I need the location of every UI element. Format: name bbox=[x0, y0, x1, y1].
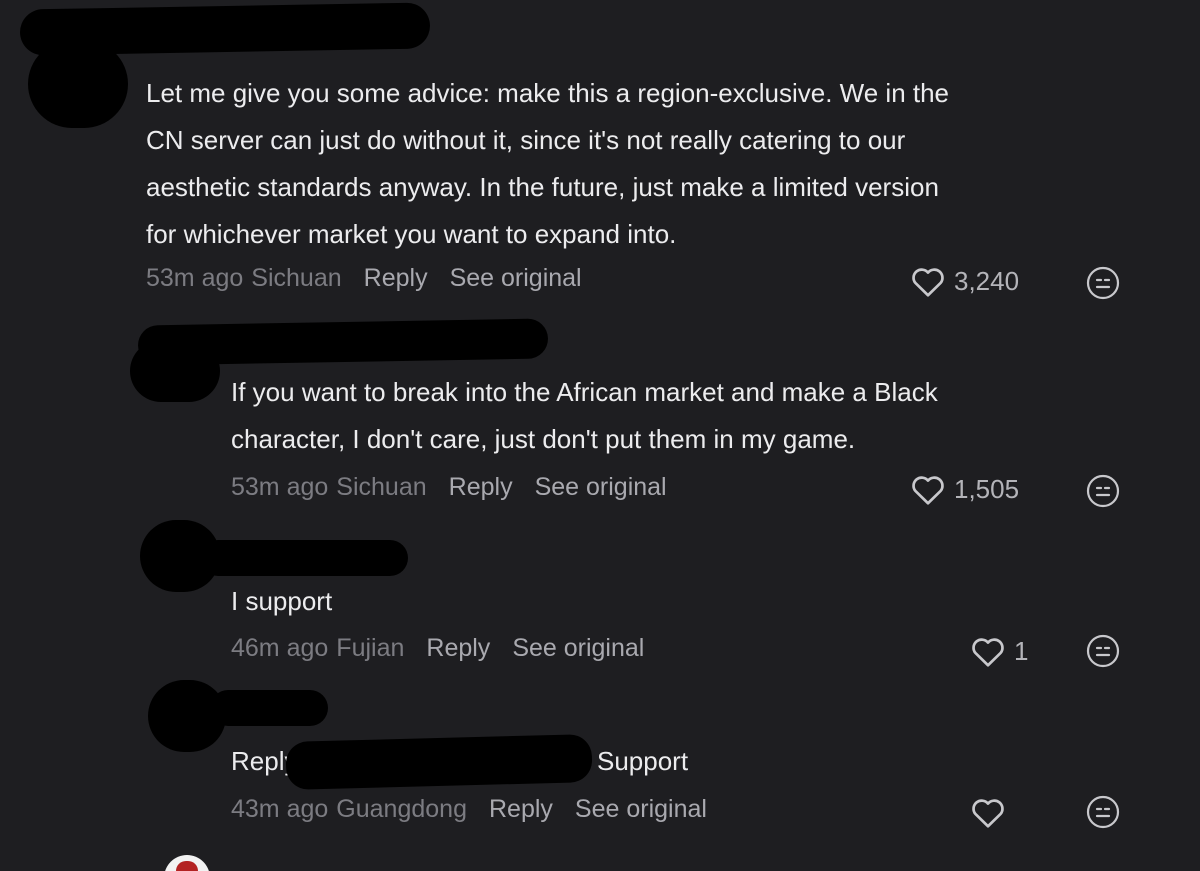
redacted-avatar bbox=[28, 40, 128, 128]
see-original-button[interactable]: See original bbox=[450, 264, 582, 293]
reply-text: Support bbox=[597, 746, 689, 776]
like-count: 1,505 bbox=[954, 473, 1020, 504]
neutral-face-icon[interactable] bbox=[1086, 634, 1120, 668]
reply-button[interactable]: Reply bbox=[426, 634, 490, 663]
redacted-avatar bbox=[130, 340, 220, 402]
comment-text: If you want to break into the African ma… bbox=[231, 369, 938, 463]
heart-outline-icon bbox=[912, 476, 944, 505]
comment-meta: 53m ago Sichuan Reply See original bbox=[231, 473, 667, 502]
comment-time: 53m ago bbox=[146, 264, 244, 292]
see-original-button[interactable]: See original bbox=[575, 795, 707, 824]
heart-outline-icon bbox=[972, 638, 1004, 667]
comment-location: Fujian bbox=[336, 634, 405, 662]
redacted-username bbox=[200, 540, 408, 576]
neutral-face-icon[interactable] bbox=[1086, 795, 1120, 829]
reply-button[interactable]: Reply bbox=[364, 264, 428, 293]
comment-location: Sichuan bbox=[251, 264, 342, 292]
comment-meta: 43m ago Guangdong Reply See original bbox=[231, 795, 707, 824]
comment-line: If you want to break into the African ma… bbox=[231, 377, 938, 407]
heart-outline-icon bbox=[912, 268, 944, 297]
comment-text: I support bbox=[231, 578, 332, 625]
comment-line: aesthetic standards anyway. In the futur… bbox=[146, 172, 939, 202]
reply-button[interactable]: Reply bbox=[449, 473, 513, 502]
comment-text: Let me give you some advice: make this a… bbox=[146, 70, 949, 258]
comment-location: Guangdong bbox=[336, 795, 467, 823]
like-count: 1 bbox=[1014, 635, 1029, 666]
comment-time: 43m ago bbox=[231, 795, 329, 823]
avatar-art bbox=[176, 861, 198, 871]
like-button[interactable]: 1 bbox=[970, 634, 1028, 668]
comment-line: character, I don't care, just don't put … bbox=[231, 424, 856, 454]
reply-button[interactable]: Reply bbox=[489, 795, 553, 824]
like-button[interactable]: 3,240 bbox=[910, 264, 1019, 298]
neutral-face-icon[interactable] bbox=[1086, 266, 1120, 300]
comment-time: 53m ago bbox=[231, 473, 329, 501]
comment-time: 46m ago bbox=[231, 634, 329, 662]
comment-line: for whichever market you want to expand … bbox=[146, 219, 677, 249]
heart-outline-icon bbox=[972, 799, 1004, 828]
comment-line: CN server can just do without it, since … bbox=[146, 125, 906, 155]
comment-text: Support bbox=[597, 738, 688, 785]
like-button[interactable]: 1,505 bbox=[910, 472, 1019, 506]
comment-line: I support bbox=[231, 586, 333, 616]
comment-line: Let me give you some advice: make this a… bbox=[146, 78, 950, 108]
like-count: 3,240 bbox=[954, 265, 1020, 296]
redacted-username bbox=[210, 690, 328, 726]
redacted-mention bbox=[285, 734, 593, 790]
see-original-button[interactable]: See original bbox=[512, 634, 644, 663]
comment-meta: 53m ago Sichuan Reply See original bbox=[146, 264, 582, 293]
comment-location: Sichuan bbox=[336, 473, 427, 501]
like-button[interactable] bbox=[970, 795, 1014, 829]
avatar[interactable] bbox=[164, 855, 210, 871]
see-original-button[interactable]: See original bbox=[535, 473, 667, 502]
neutral-face-icon[interactable] bbox=[1086, 474, 1120, 508]
comment-meta: 46m ago Fujian Reply See original bbox=[231, 634, 644, 663]
